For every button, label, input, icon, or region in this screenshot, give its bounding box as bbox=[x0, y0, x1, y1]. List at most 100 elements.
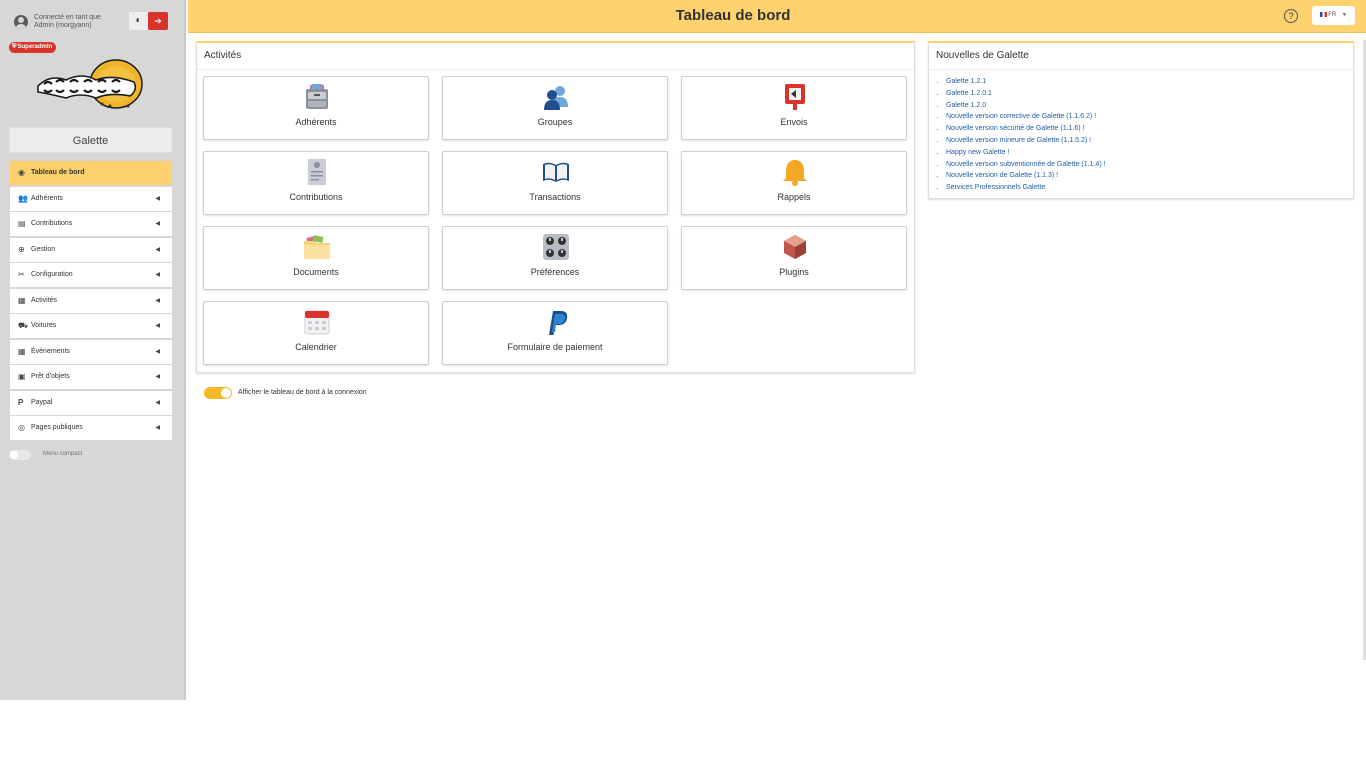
tile-label: Contributions bbox=[289, 192, 343, 202]
sidebar-item-cars[interactable]: ⛟ Voitures ◀ bbox=[10, 314, 172, 338]
sidebar-item-label: Adhérents bbox=[31, 194, 63, 202]
sidebar-item-label: Gestion bbox=[31, 245, 56, 253]
tile-label: Préférences bbox=[530, 267, 580, 277]
tile-label: Plugins bbox=[779, 267, 809, 277]
tile-reminders[interactable]: Rappels bbox=[681, 151, 907, 215]
receipt-document-icon bbox=[308, 159, 326, 185]
top-bar: Tableau de bord ? FR ▼ bbox=[188, 0, 1366, 33]
tile-calendar[interactable]: Calendrier bbox=[203, 301, 429, 365]
site-name[interactable]: Galette bbox=[9, 127, 172, 153]
shield-icon: ⛨ bbox=[12, 44, 17, 50]
caret-left-icon: ◀ bbox=[155, 323, 160, 329]
dark-mode-toggle-button[interactable]: ◐ bbox=[129, 12, 148, 30]
tile-label: Rappels bbox=[777, 192, 811, 202]
sidebar-item-members[interactable]: 👥 Adhérents ◀ bbox=[10, 186, 172, 211]
news-link[interactable]: Nouvelle version de Galette (1.1.3) ! bbox=[946, 170, 1353, 182]
dashboard-icon: ◉ bbox=[18, 168, 25, 177]
language-label: FR bbox=[1328, 12, 1337, 18]
caret-left-icon: ◀ bbox=[155, 246, 160, 253]
tile-plugins[interactable]: Plugins bbox=[681, 226, 907, 290]
tile-mailings[interactable]: Envois bbox=[681, 76, 907, 140]
news-link[interactable]: Galette 1.2.0 bbox=[946, 100, 1353, 112]
sidebar-item-label: Contributions bbox=[31, 220, 73, 227]
activities-panel: Activités Adhérents Groupes Envois Contr… bbox=[196, 41, 915, 373]
user-icon bbox=[14, 15, 28, 29]
calendar-icon: ▦ bbox=[18, 295, 26, 305]
caret-left-icon: ◀ bbox=[155, 297, 160, 304]
superadmin-label: Superadmin bbox=[17, 44, 53, 50]
flag-icon bbox=[1320, 11, 1328, 17]
user-name: Admin (morgyann) bbox=[34, 22, 92, 29]
bell-icon bbox=[783, 160, 807, 186]
logout-button[interactable]: ➔ bbox=[148, 12, 168, 30]
caret-left-icon: ◀ bbox=[155, 399, 160, 406]
tile-label: Transactions bbox=[529, 192, 581, 202]
news-panel: Nouvelles de Galette Galette 1.2.1 Galet… bbox=[928, 41, 1354, 199]
group-users-icon bbox=[544, 86, 568, 110]
tile-members[interactable]: Adhérents bbox=[203, 76, 429, 140]
sidebar-item-label: Configuration bbox=[31, 271, 73, 278]
news-title: Nouvelles de Galette bbox=[929, 43, 1353, 70]
activities-title: Activités bbox=[197, 43, 914, 70]
sidebar-item-public-pages[interactable]: ◎ Pages publiques ◀ bbox=[10, 416, 172, 440]
caret-left-icon: ◀ bbox=[155, 221, 160, 227]
sidebar-item-contributions[interactable]: ▤ Contributions ◀ bbox=[10, 212, 172, 236]
news-link[interactable]: Happy new Galette ! bbox=[946, 147, 1353, 159]
caret-left-icon: ◀ bbox=[155, 374, 160, 380]
sidebar-item-label: Évènements bbox=[31, 347, 70, 355]
chevron-down-icon: ▼ bbox=[1341, 12, 1347, 18]
tile-label: Calendrier bbox=[295, 342, 337, 352]
tile-transactions[interactable]: Transactions bbox=[442, 151, 668, 215]
news-link[interactable]: Nouvelle version mineure de Galette (1.1… bbox=[946, 135, 1353, 147]
news-link[interactable]: Galette 1.2.0.1 bbox=[946, 88, 1353, 100]
tile-label: Groupes bbox=[537, 117, 573, 127]
galette-logo[interactable] bbox=[30, 58, 150, 114]
folder-icon bbox=[304, 235, 330, 259]
sidebar-menu: ◉ Tableau de bord 👥 Adhérents ◀ ▤ Contri… bbox=[10, 161, 172, 442]
sidebar-item-label: Activités bbox=[31, 296, 58, 304]
show-dashboard-label: Afficher le tableau de bord à la connexi… bbox=[238, 389, 367, 396]
superadmin-badge: ⛨Superadmin bbox=[9, 42, 57, 53]
compact-menu-label: Menu compact bbox=[43, 451, 83, 457]
show-dashboard-toggle[interactable] bbox=[204, 387, 232, 399]
sidebar-item-label: Voitures bbox=[31, 322, 57, 329]
sidebar-item-management[interactable]: ⊕ Gestion ◀ bbox=[10, 237, 172, 262]
compact-menu-row: Menu compact bbox=[9, 450, 169, 462]
news-link[interactable]: Services Professionnels Galette bbox=[946, 182, 1353, 194]
sidebar-item-events[interactable]: ▦ Évènements ◀ bbox=[10, 339, 172, 364]
sidebar-item-label: Paypal bbox=[31, 398, 53, 406]
mailbox-icon bbox=[785, 84, 805, 110]
tile-payment-form[interactable]: Formulaire de paiement bbox=[442, 301, 668, 365]
paypal-icon: P bbox=[18, 397, 24, 407]
sidebar-item-label: Tableau de bord bbox=[31, 169, 85, 176]
language-selector[interactable]: FR ▼ bbox=[1312, 6, 1355, 25]
help-button[interactable]: ? bbox=[1284, 9, 1298, 23]
logged-in-label: Connecté en tant que bbox=[34, 14, 101, 21]
package-icon bbox=[784, 235, 806, 259]
sidebar-item-configuration[interactable]: ✂ Configuration ◀ bbox=[10, 263, 172, 287]
news-link[interactable]: Nouvelle version corrective de Galette (… bbox=[946, 111, 1353, 123]
compact-menu-toggle[interactable] bbox=[9, 450, 31, 460]
news-link[interactable]: Nouvelle version sécurité de Galette (1.… bbox=[946, 123, 1353, 135]
tools-icon: ✂ bbox=[18, 270, 25, 279]
paypal-logo-icon bbox=[549, 311, 568, 335]
tile-label: Formulaire de paiement bbox=[507, 342, 603, 352]
sidebar-item-activities[interactable]: ▦ Activités ◀ bbox=[10, 288, 172, 313]
sidebar-item-dashboard[interactable]: ◉ Tableau de bord bbox=[10, 161, 172, 185]
news-link[interactable]: Nouvelle version subventionnée de Galett… bbox=[946, 159, 1353, 171]
tile-contributions[interactable]: Contributions bbox=[203, 151, 429, 215]
tile-groups[interactable]: Groupes bbox=[442, 76, 668, 140]
tile-documents[interactable]: Documents bbox=[203, 226, 429, 290]
news-link[interactable]: Galette 1.2.1 bbox=[946, 76, 1353, 88]
contrast-icon: ◐ bbox=[135, 15, 142, 26]
control-panel-icon bbox=[543, 234, 569, 260]
logout-icon: ➔ bbox=[154, 16, 162, 26]
tile-preferences[interactable]: Préférences bbox=[442, 226, 668, 290]
caret-left-icon: ◀ bbox=[155, 272, 160, 278]
sidebar-item-paypal[interactable]: P Paypal ◀ bbox=[10, 390, 172, 415]
globe-icon: ⊕ bbox=[18, 244, 25, 254]
sidebar-item-label: Pages publiques bbox=[31, 424, 83, 431]
sidebar-item-label: Prêt d'objets bbox=[31, 373, 70, 380]
sidebar-item-object-lending[interactable]: ▣ Prêt d'objets ◀ bbox=[10, 365, 172, 389]
page-title: Tableau de bord bbox=[675, 7, 791, 24]
